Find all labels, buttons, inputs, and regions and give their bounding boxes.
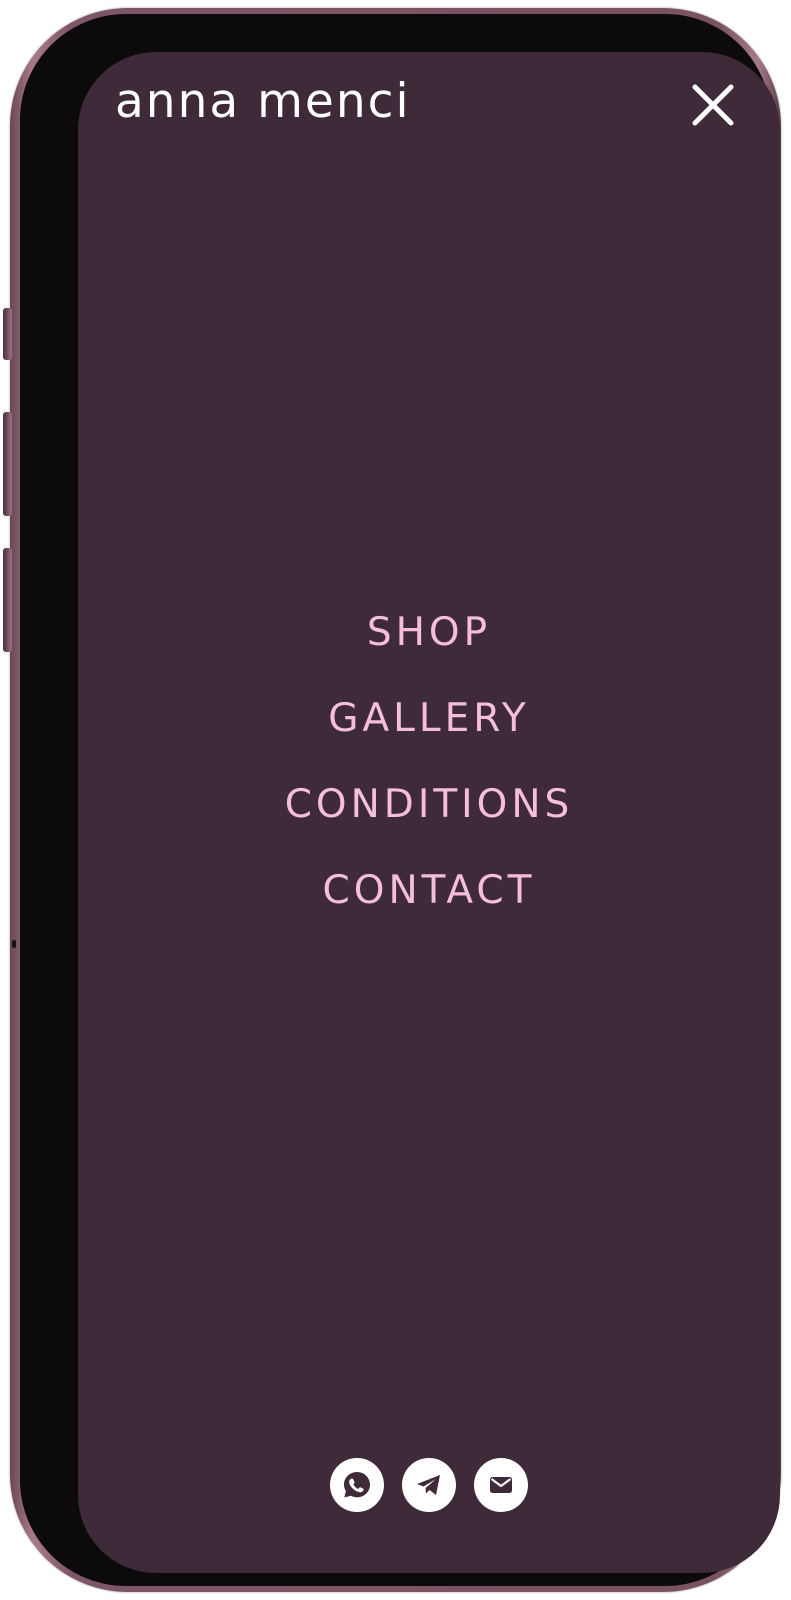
phone-bezel: anna menci SHOP GALLERY CONDITIONS CONTA… [20,14,780,1586]
side-button-silent [3,308,12,360]
menu-item-contact[interactable]: CONTACT [78,848,780,934]
whatsapp-button[interactable] [330,1458,384,1512]
mail-icon [490,1477,512,1493]
menu-item-conditions[interactable]: CONDITIONS [78,762,780,848]
brand-logo[interactable]: anna menci [115,78,411,125]
main-menu: SHOP GALLERY CONDITIONS CONTACT [78,590,780,934]
menu-screen: anna menci SHOP GALLERY CONDITIONS CONTA… [78,52,780,1573]
telegram-button[interactable] [402,1458,456,1512]
whatsapp-icon [344,1472,370,1498]
side-button-volume-up [3,412,12,516]
close-menu-button[interactable] [690,82,736,128]
close-icon [692,84,734,126]
menu-item-shop[interactable]: SHOP [78,590,780,676]
side-button-volume-down [3,548,12,652]
side-sensor [12,940,16,948]
social-links [78,1458,780,1512]
menu-item-gallery[interactable]: GALLERY [78,676,780,762]
mail-button[interactable] [474,1458,528,1512]
telegram-icon [417,1475,440,1495]
